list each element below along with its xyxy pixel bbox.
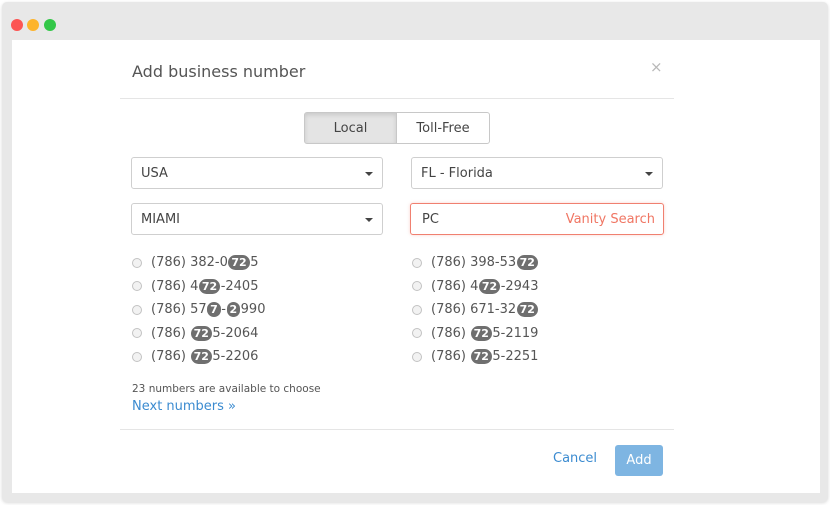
- state-select-value: FL - Florida: [421, 165, 493, 181]
- radio-button[interactable]: [412, 351, 422, 362]
- close-icon[interactable]: ×: [650, 58, 663, 76]
- vanity-search-label: Vanity Search: [565, 212, 655, 227]
- phone-number-option[interactable]: (786) 671-32 72: [412, 298, 538, 322]
- match-highlight-badge: 72: [228, 255, 250, 271]
- phone-number-label: (786) 4 72 -2405: [151, 278, 259, 294]
- country-select[interactable]: USA: [131, 157, 383, 189]
- next-numbers-link[interactable]: Next numbers »: [132, 399, 236, 414]
- radio-button[interactable]: [412, 257, 422, 268]
- phone-number-option[interactable]: (786) 4 72 -2405: [132, 275, 265, 299]
- phone-number-label: (786) 57 7-2 990: [151, 302, 266, 318]
- number-text: 990: [240, 302, 266, 318]
- match-highlight-badge: 72: [516, 255, 538, 271]
- numbers-list-left: (786) 382-0 72 5 (786) 4 72 -2405 (786) 57 7-2 9…: [132, 251, 265, 369]
- radio-button[interactable]: [132, 328, 142, 339]
- phone-number-label: (786) 671-32 72: [431, 302, 538, 318]
- phone-number-option[interactable]: (786) 72 5-2206: [132, 345, 265, 369]
- number-text: (786) 57: [151, 302, 207, 318]
- phone-number-option[interactable]: (786) 72 5-2119: [412, 322, 538, 346]
- chevron-down-icon: [365, 218, 373, 222]
- number-text: (786): [151, 325, 191, 341]
- number-text: (786): [431, 325, 471, 341]
- vanity-search-input[interactable]: PC Vanity Search: [410, 203, 664, 235]
- phone-number-option[interactable]: (786) 72 5-2064: [132, 322, 265, 346]
- phone-number-option[interactable]: (786) 57 7-2 990: [132, 298, 265, 322]
- number-text: 5: [250, 255, 259, 271]
- number-text: (786) 671-32: [431, 302, 517, 318]
- number-text: 5-2206: [212, 349, 259, 365]
- match-highlight-badge: 72: [516, 302, 538, 318]
- footer-divider: [120, 429, 674, 430]
- app-window: Add business number × Local Toll-Free US…: [2, 2, 828, 502]
- maximize-window-icon[interactable]: [44, 19, 56, 31]
- add-number-modal: Add business number × Local Toll-Free US…: [120, 40, 674, 493]
- minimize-window-icon[interactable]: [27, 19, 39, 31]
- availability-text: 23 numbers are available to choose: [132, 383, 321, 395]
- numbers-list-right: (786) 398-53 72 (786) 4 72 -2943 (786) 671-32…: [412, 251, 538, 369]
- number-text: -2405: [220, 278, 259, 294]
- header-divider: [120, 98, 674, 99]
- phone-number-option[interactable]: (786) 72 5-2251: [412, 345, 538, 369]
- number-text: (786): [151, 349, 191, 365]
- radio-button[interactable]: [412, 304, 422, 315]
- number-text: -2943: [500, 278, 539, 294]
- radio-button[interactable]: [132, 257, 142, 268]
- number-text: (786) 398-53: [431, 255, 517, 271]
- number-text: 5-2064: [212, 325, 259, 341]
- phone-number-label: (786) 72 5-2064: [151, 325, 259, 341]
- match-highlight-badge: 72: [190, 325, 212, 341]
- radio-button[interactable]: [132, 351, 142, 362]
- match-highlight-badge: 7: [207, 302, 221, 318]
- match-highlight-badge: 2: [226, 302, 241, 318]
- number-text: (786) 382-0: [151, 255, 228, 271]
- phone-number-option[interactable]: (786) 4 72 -2943: [412, 275, 538, 299]
- vanity-search-value: PC: [422, 211, 439, 227]
- phone-number-label: (786) 72 5-2119: [431, 325, 539, 341]
- country-select-value: USA: [141, 165, 168, 181]
- radio-button[interactable]: [132, 304, 142, 315]
- match-highlight-badge: 72: [478, 278, 501, 294]
- close-window-icon[interactable]: [11, 19, 23, 31]
- number-text: (786): [431, 349, 471, 365]
- phone-number-label: (786) 4 72 -2943: [431, 278, 539, 294]
- chevron-down-icon: [365, 172, 373, 176]
- number-text: (786) 4: [151, 278, 199, 294]
- radio-button[interactable]: [412, 281, 422, 292]
- city-select-value: MIAMI: [141, 211, 180, 227]
- phone-number-option[interactable]: (786) 382-0 72 5: [132, 251, 265, 275]
- phone-number-label: (786) 72 5-2206: [151, 349, 259, 365]
- tab-toll-free[interactable]: Toll-Free: [396, 112, 490, 144]
- tab-local[interactable]: Local: [304, 112, 397, 144]
- match-highlight-badge: 72: [198, 278, 221, 294]
- phone-number-label: (786) 398-53 72: [431, 255, 538, 271]
- radio-button[interactable]: [412, 328, 422, 339]
- city-select[interactable]: MIAMI: [131, 203, 383, 235]
- cancel-button[interactable]: Cancel: [553, 451, 597, 466]
- number-text: -: [221, 302, 226, 318]
- radio-button[interactable]: [132, 281, 142, 292]
- window-content: Add business number × Local Toll-Free US…: [12, 40, 820, 493]
- phone-number-option[interactable]: (786) 398-53 72: [412, 251, 538, 275]
- state-select[interactable]: FL - Florida: [411, 157, 663, 189]
- add-button[interactable]: Add: [615, 445, 663, 476]
- phone-number-label: (786) 72 5-2251: [431, 349, 539, 365]
- number-text: 5-2119: [492, 325, 539, 341]
- chevron-down-icon: [645, 172, 653, 176]
- phone-number-label: (786) 382-0 72 5: [151, 255, 259, 271]
- modal-title: Add business number: [132, 62, 306, 81]
- match-highlight-badge: 72: [470, 325, 492, 341]
- number-text: (786) 4: [431, 278, 479, 294]
- number-text: 5-2251: [492, 349, 539, 365]
- match-highlight-badge: 72: [190, 349, 212, 365]
- match-highlight-badge: 72: [470, 349, 492, 365]
